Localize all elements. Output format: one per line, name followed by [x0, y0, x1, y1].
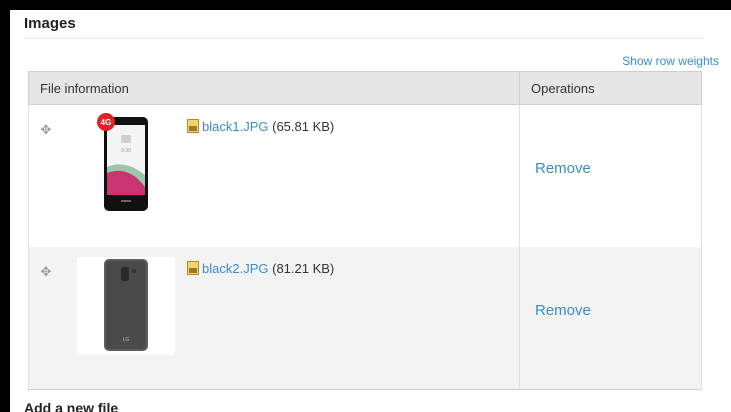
file-link[interactable]: black2.JPG: [202, 261, 268, 276]
files-table: File information Operations ✥ 9:30 4G bl…: [28, 71, 702, 390]
table-row: ✥ LG black2.JPG (81.21 KB) Remove: [28, 247, 702, 390]
drag-handle-icon[interactable]: ✥: [39, 123, 53, 137]
image-thumbnail: LG: [77, 257, 175, 355]
file-info-cell: ✥ LG black2.JPG (81.21 KB): [28, 247, 520, 390]
drag-handle-icon[interactable]: ✥: [39, 265, 53, 279]
file-info-cell: ✥ 9:30 4G black1.JPG (65.81 KB): [28, 104, 520, 247]
operations-cell: Remove: [519, 247, 702, 390]
image-thumbnail: 9:30 4G: [77, 113, 175, 213]
divider: [24, 38, 704, 39]
remove-button[interactable]: Remove: [535, 160, 591, 177]
file-size: (65.81 KB): [272, 119, 335, 134]
image-file-icon: [187, 261, 199, 275]
section-title: Images: [24, 15, 76, 32]
phone-front-image: 9:30: [104, 117, 148, 211]
file-info-line: black2.JPG (81.21 KB): [187, 261, 334, 276]
table-row: ✥ 9:30 4G black1.JPG (65.81 KB) Remove: [28, 104, 702, 247]
column-header-file-information: File information: [28, 71, 520, 105]
svg-text:9:30: 9:30: [121, 148, 131, 154]
add-new-file-label: Add a new file: [24, 400, 119, 412]
file-link[interactable]: black1.JPG: [202, 119, 268, 134]
column-header-operations: Operations: [519, 71, 702, 105]
operations-cell: Remove: [519, 104, 702, 247]
remove-button[interactable]: Remove: [535, 302, 591, 319]
file-size: (81.21 KB): [272, 261, 335, 276]
show-row-weights-link[interactable]: Show row weights: [622, 54, 719, 68]
svg-text:LG: LG: [123, 337, 130, 343]
images-widget: Images Show row weights File information…: [10, 10, 731, 412]
svg-text:4G: 4G: [101, 118, 112, 127]
4g-badge: 4G: [97, 113, 115, 131]
image-file-icon: [187, 119, 199, 133]
phone-back-image: LG: [77, 257, 175, 355]
file-info-line: black1.JPG (65.81 KB): [187, 119, 334, 134]
